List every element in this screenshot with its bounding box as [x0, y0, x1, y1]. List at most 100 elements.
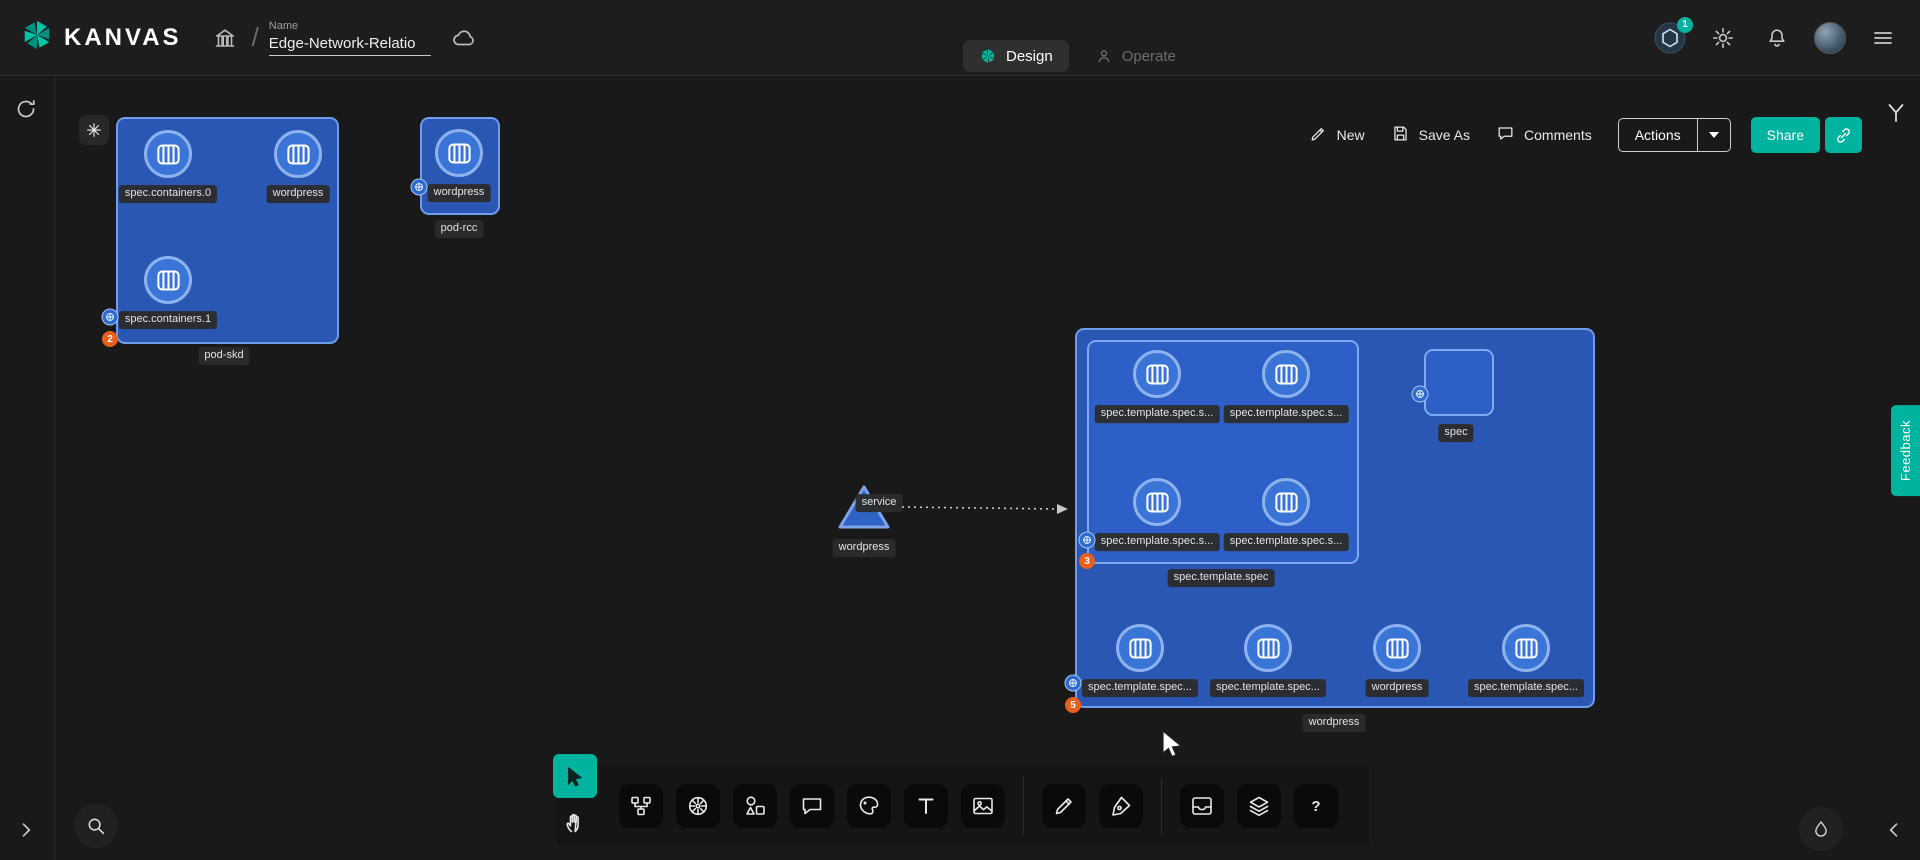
- node-label: spec.template.spec.s...: [1095, 533, 1220, 551]
- new-button[interactable]: New: [1309, 124, 1365, 146]
- comments-label: Comments: [1524, 127, 1592, 143]
- design-node[interactable]: [435, 129, 483, 177]
- node-label: wordpress: [1366, 679, 1429, 697]
- group-label: spec: [1438, 424, 1473, 442]
- canvas[interactable]: pod-skd pod-rcc wordpress spec.template.spe…: [0, 77, 1920, 860]
- group-spec-template-spec[interactable]: [1087, 340, 1359, 564]
- canvas-toolbar: New Save As Comments Actions Share: [1309, 117, 1862, 153]
- design-node[interactable]: [1244, 624, 1292, 672]
- caret-down-icon[interactable]: [1698, 119, 1730, 151]
- settings-gear-icon[interactable]: [1706, 21, 1740, 55]
- design-node[interactable]: [1502, 624, 1550, 672]
- node-label: spec.template.spec.s...: [1095, 405, 1220, 423]
- actions-label: Actions: [1619, 119, 1697, 151]
- operate-tab-icon: [1095, 47, 1113, 65]
- design-name-field: Name: [269, 20, 431, 56]
- help-tool[interactable]: ?: [1294, 784, 1338, 828]
- group-spec[interactable]: [1424, 349, 1494, 416]
- kubernetes-tool[interactable]: [676, 784, 720, 828]
- merge-panel-icon[interactable]: [1884, 101, 1908, 125]
- design-tab-icon: [979, 47, 997, 65]
- count-badge: 2: [102, 331, 118, 347]
- group-label: pod-rcc: [435, 220, 484, 238]
- node-label: wordpress: [267, 185, 330, 203]
- design-node[interactable]: [1373, 624, 1421, 672]
- actions-button[interactable]: Actions: [1618, 118, 1731, 152]
- design-node[interactable]: [1262, 478, 1310, 526]
- node-label: spec.template.spec.s...: [1224, 533, 1349, 551]
- pencil-icon: [1309, 124, 1328, 146]
- node-label: wordpress: [833, 539, 896, 557]
- tab-operate[interactable]: Operate: [1079, 40, 1192, 72]
- kubernetes-badge-icon: [102, 309, 119, 326]
- comments-button[interactable]: Comments: [1496, 124, 1592, 146]
- share-button[interactable]: Share: [1751, 117, 1820, 153]
- dock-divider: [1161, 777, 1162, 835]
- pan-tool[interactable]: [553, 801, 597, 845]
- save-as-button[interactable]: Save As: [1391, 124, 1470, 146]
- text-tool[interactable]: [904, 784, 948, 828]
- node-label: spec.template.spec...: [1082, 679, 1198, 697]
- kubernetes-badge-icon: [411, 179, 428, 196]
- canvas-content: pod-skd pod-rcc wordpress spec.template.spe…: [0, 77, 1920, 860]
- design-node[interactable]: [1262, 350, 1310, 398]
- design-node[interactable]: [1133, 478, 1181, 526]
- cloud-sync-icon[interactable]: [447, 21, 481, 55]
- drawer-tool[interactable]: [1180, 784, 1224, 828]
- doodle-tool[interactable]: [847, 784, 891, 828]
- kubernetes-badge-icon: [1079, 532, 1096, 549]
- node-label: spec.template.spec...: [1468, 679, 1584, 697]
- operate-tab-label: Operate: [1122, 48, 1176, 65]
- design-node[interactable]: [1133, 350, 1181, 398]
- flowchart-tool[interactable]: [619, 784, 663, 828]
- cursor-tool[interactable]: [553, 754, 597, 798]
- node-label: spec.containers.1: [119, 311, 217, 329]
- design-node[interactable]: [144, 256, 192, 304]
- design-name-input[interactable]: [269, 33, 431, 56]
- svg-text:?: ?: [1311, 798, 1320, 815]
- dock-divider: [1023, 777, 1024, 835]
- menu-hamburger-icon[interactable]: [1866, 21, 1900, 55]
- dock-tools: ?: [619, 766, 1338, 846]
- image-frame-tool[interactable]: [961, 784, 1005, 828]
- provider-icon[interactable]: 1: [1654, 22, 1686, 54]
- tab-design[interactable]: Design: [963, 40, 1069, 72]
- kanvas-logo-text: KANVAS: [64, 24, 182, 52]
- breadcrumb-separator: /: [252, 22, 259, 53]
- design-tab-label: Design: [1006, 48, 1053, 65]
- group-label: spec.template.spec: [1168, 569, 1275, 587]
- copy-link-button[interactable]: [1825, 117, 1862, 153]
- pen-tool[interactable]: [1099, 784, 1143, 828]
- kanvas-logo[interactable]: KANVAS: [20, 18, 182, 57]
- new-label: New: [1337, 127, 1365, 143]
- node-label: spec.containers.0: [119, 185, 217, 203]
- service-tag-label: service: [856, 494, 903, 512]
- group-label: pod-skd: [198, 347, 249, 365]
- organization-icon[interactable]: [208, 21, 242, 55]
- design-node[interactable]: [274, 130, 322, 178]
- node-label: wordpress: [428, 184, 491, 202]
- header-actions: 1: [1654, 21, 1900, 55]
- design-node[interactable]: [1116, 624, 1164, 672]
- tool-dock: ?: [557, 766, 1369, 846]
- app-header: KANVAS / Name: [0, 0, 1920, 76]
- name-label: Name: [269, 20, 431, 32]
- user-avatar[interactable]: [1814, 22, 1846, 54]
- feedback-tab[interactable]: Feedback: [1891, 405, 1920, 496]
- kubernetes-badge-icon: [1065, 675, 1082, 692]
- layers-tool[interactable]: [1237, 784, 1281, 828]
- notifications-bell-icon[interactable]: [1760, 21, 1794, 55]
- node-label: spec.template.spec.s...: [1224, 405, 1349, 423]
- notification-count-badge: 1: [1677, 17, 1693, 33]
- comment-icon: [1496, 124, 1515, 146]
- shapes-tool[interactable]: [733, 784, 777, 828]
- comment-tool[interactable]: [790, 784, 834, 828]
- save-icon: [1391, 124, 1410, 146]
- share-group: Share: [1751, 117, 1862, 153]
- design-node[interactable]: [144, 130, 192, 178]
- mode-tabs: Design Operate: [963, 40, 1192, 72]
- save-as-label: Save As: [1419, 127, 1470, 143]
- node-label: spec.template.spec...: [1210, 679, 1326, 697]
- pencil-tool[interactable]: [1042, 784, 1086, 828]
- count-badge: 5: [1065, 697, 1081, 713]
